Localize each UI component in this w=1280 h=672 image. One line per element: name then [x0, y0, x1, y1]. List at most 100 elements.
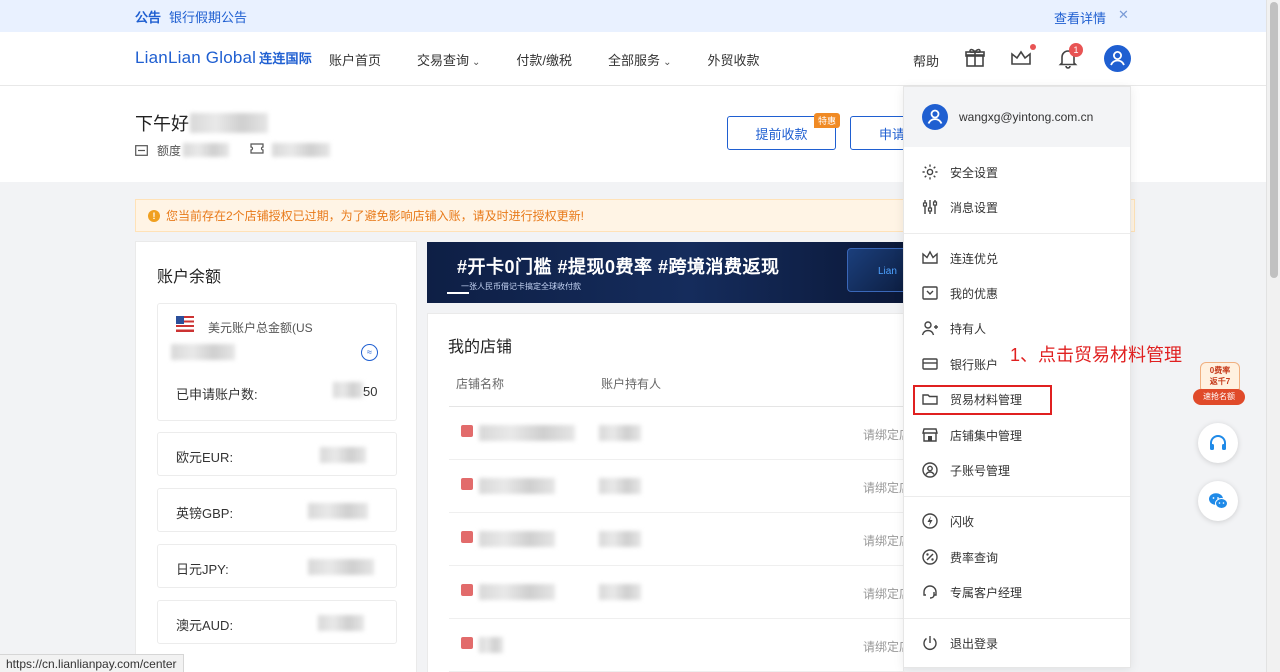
redacted-quota	[183, 143, 229, 157]
user-circle-icon	[922, 462, 938, 478]
menu-flash-collect[interactable]: 闪收	[904, 506, 1130, 536]
currency-gbp[interactable]: 英镑GBP:	[157, 488, 397, 532]
nav-label: 账户首页	[329, 52, 382, 68]
redacted-amount	[308, 503, 368, 519]
redacted-amount	[320, 447, 366, 463]
coupon-icon	[922, 286, 938, 300]
menu-label: 消息设置	[950, 201, 999, 215]
menu-security-settings[interactable]: 安全设置	[904, 157, 1130, 187]
my-shops-card: 我的店铺 店铺名称 账户持有人 请绑定店 请绑定店 请绑定店 请绑定店 请绑定店	[427, 313, 911, 672]
redacted-holder	[599, 425, 641, 441]
shop-icon	[461, 531, 473, 543]
table-row[interactable]: 请绑定店	[449, 460, 911, 513]
customer-service-button[interactable]	[1198, 423, 1238, 463]
scrollbar-thumb[interactable]	[1270, 2, 1278, 278]
currency-label: 英镑GBP:	[176, 506, 234, 521]
nav-trade-collection[interactable]: 外贸收款	[707, 50, 759, 69]
nav-transactions[interactable]: 交易查询 ⌄	[417, 50, 480, 69]
promo-banner[interactable]: #开卡0门槛 #提现0费率 #跨境消费返现 一张人民币借记卡搞定全球收付款 Li…	[427, 242, 904, 303]
redacted-shop	[479, 584, 555, 600]
currency-label: 日元JPY:	[176, 562, 229, 577]
close-icon[interactable]: ✕	[1118, 7, 1129, 23]
redacted-shop	[479, 637, 503, 653]
notice-text[interactable]: 银行假期公告	[169, 7, 247, 26]
table-row[interactable]: 请绑定店	[449, 619, 911, 672]
logo[interactable]: LianLian Global 连连国际	[135, 48, 312, 68]
menu-label: 费率查询	[950, 551, 999, 565]
menu-my-coupons[interactable]: 我的优惠	[904, 278, 1130, 308]
usd-total-label: 美元账户总金额(US	[208, 321, 313, 335]
user-email: wangxg@yintong.com.cn	[959, 110, 1094, 124]
gift-icon[interactable]	[963, 46, 987, 70]
debit-card-image: Lian	[847, 248, 904, 292]
user-icon	[1110, 51, 1125, 66]
menu-label: 店铺集中管理	[950, 429, 1023, 443]
shop-icon	[461, 637, 473, 649]
currency-jpy[interactable]: 日元JPY:	[157, 544, 397, 588]
menu-account-manager[interactable]: 专属客户经理	[904, 577, 1130, 607]
avatar[interactable]	[1104, 45, 1131, 72]
col-holder: 账户持有人	[601, 377, 662, 391]
notice-tag: 公告	[135, 9, 162, 25]
nav-label: 全部服务	[608, 52, 661, 68]
wechat-icon	[1209, 493, 1228, 509]
menu-fee-query[interactable]: 费率查询	[904, 542, 1130, 572]
warning-icon: !	[148, 209, 160, 222]
redacted-holder	[599, 584, 641, 600]
applied-accounts-value: 50	[363, 384, 378, 399]
apply-button[interactable]: 申请	[850, 116, 910, 150]
usd-total-panel: 美元账户总金额(US ≈ 已申请账户数: 50	[157, 303, 397, 421]
bolt-icon	[922, 513, 938, 529]
wechat-button[interactable]	[1198, 481, 1238, 521]
menu-sub-accounts[interactable]: 子账号管理	[904, 455, 1130, 485]
redacted-amount	[171, 344, 235, 360]
balance-title: 账户余额	[157, 269, 222, 286]
table-row[interactable]: 请绑定店	[449, 513, 911, 566]
convert-icon[interactable]: ≈	[361, 344, 378, 361]
highlight-box	[913, 385, 1052, 415]
shop-icon	[461, 478, 473, 490]
redacted-amount	[318, 615, 364, 631]
menu-holders[interactable]: 持有人	[904, 313, 1130, 343]
person-add-icon	[921, 321, 938, 336]
redacted-holder	[599, 531, 641, 547]
crown-icon[interactable]	[1009, 46, 1033, 70]
promo-button[interactable]: 速抢名额	[1193, 389, 1245, 405]
redacted-amount	[308, 559, 374, 575]
currency-label: 欧元EUR:	[176, 450, 234, 465]
banner-headline: #开卡0门槛 #提现0费率 #跨境消费返现	[457, 257, 780, 277]
menu-lianlian-exchange[interactable]: 连连优兑	[904, 243, 1130, 273]
notice-details-link[interactable]: 查看详情	[1054, 8, 1106, 27]
menu-label: 持有人	[950, 322, 987, 336]
currency-aud[interactable]: 澳元AUD:	[157, 600, 397, 644]
table-row[interactable]: 请绑定店	[449, 566, 911, 619]
sliders-icon	[922, 200, 938, 214]
quota-icon	[135, 145, 148, 156]
nav-all-services[interactable]: 全部服务 ⌄	[608, 50, 671, 69]
nav-payments[interactable]: 付款/缴税	[516, 50, 572, 69]
carousel-indicator[interactable]	[447, 292, 469, 294]
promo-widget[interactable]: 0费率 返千7 速抢名额	[1193, 362, 1245, 406]
redacted-count	[333, 382, 363, 398]
percent-icon	[922, 549, 938, 565]
page-scrollbar[interactable]	[1266, 0, 1280, 672]
menu-shop-management[interactable]: 店铺集中管理	[904, 420, 1130, 450]
nav-label: 付款/缴税	[516, 52, 573, 68]
currency-eur[interactable]: 欧元EUR:	[157, 432, 397, 476]
redacted-holder	[599, 478, 641, 494]
table-row[interactable]: 请绑定店	[449, 407, 911, 460]
top-header: LianLian Global 连连国际 账户首页 交易查询 ⌄ 付款/缴税 全部服…	[0, 32, 1266, 86]
avatar	[922, 104, 948, 130]
help-link[interactable]: 帮助	[913, 51, 939, 70]
menu-label: 闪收	[950, 515, 975, 529]
menu-label: 连连优兑	[950, 252, 999, 266]
menu-message-settings[interactable]: 消息设置	[904, 192, 1130, 222]
redacted-shop	[479, 425, 575, 441]
nav-account-home[interactable]: 账户首页	[329, 50, 381, 69]
shops-title: 我的店铺	[448, 339, 513, 356]
chevron-down-icon: ⌄	[472, 56, 481, 68]
menu-logout[interactable]: 退出登录	[904, 628, 1130, 658]
annotation-text: 1、点击贸易材料管理	[1010, 345, 1183, 365]
card-icon	[922, 358, 938, 370]
nav-label: 外贸收款	[707, 52, 760, 68]
